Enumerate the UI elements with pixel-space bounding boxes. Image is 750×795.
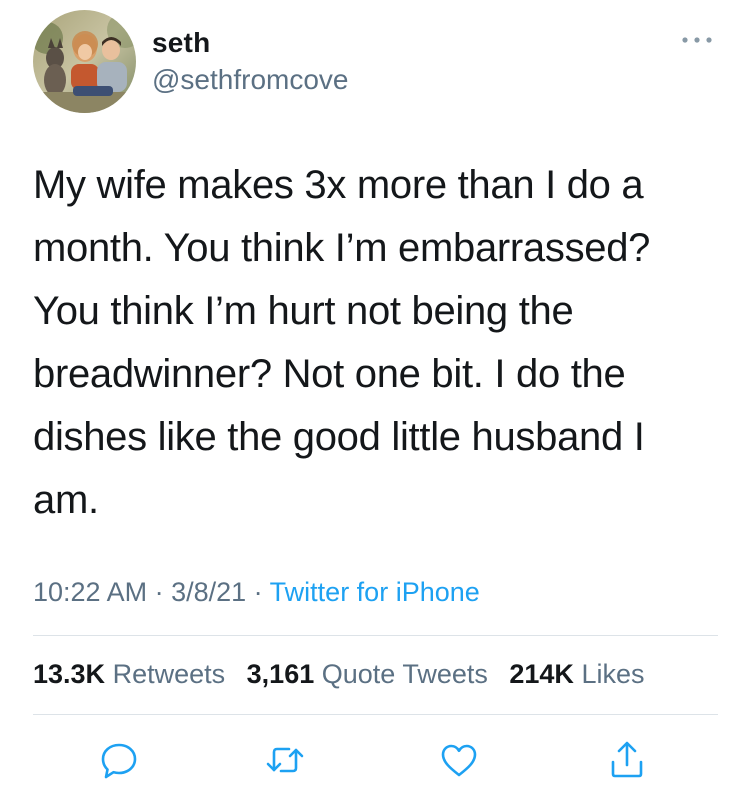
- likes-label: Likes: [581, 659, 645, 689]
- quote-tweets-label: Quote Tweets: [321, 659, 488, 689]
- retweets-stat[interactable]: 13.3K Retweets: [33, 659, 225, 689]
- tweet-metadata: 10:22 AM · 3/8/21 · Twitter for iPhone: [33, 574, 480, 610]
- heart-icon: [441, 744, 477, 777]
- quote-tweets-stat[interactable]: 3,161 Quote Tweets: [247, 659, 488, 689]
- avatar[interactable]: [33, 10, 136, 113]
- retweet-icon: [266, 747, 304, 773]
- engagement-stats: 13.3K Retweets 3,161 Quote Tweets 214K L…: [33, 656, 644, 692]
- meta-separator: ·: [246, 577, 270, 607]
- likes-stat[interactable]: 214K Likes: [509, 659, 644, 689]
- meta-separator: ·: [147, 577, 172, 607]
- tweet-text: My wife makes 3x more than I do a month.…: [33, 163, 651, 522]
- display-name[interactable]: seth: [152, 25, 210, 61]
- share-icon: [611, 741, 643, 778]
- tweet-date[interactable]: 3/8/21: [171, 577, 246, 607]
- quote-tweets-count: 3,161: [246, 659, 315, 689]
- avatar-photo: [33, 10, 136, 113]
- like-button[interactable]: [437, 738, 481, 782]
- comment-icon: [101, 743, 137, 779]
- divider: [33, 714, 718, 715]
- tweet-source-link[interactable]: Twitter for iPhone: [270, 577, 480, 607]
- retweets-count: 13.3K: [33, 659, 106, 689]
- tweet: seth @sethfromcove My wife makes 3x more…: [0, 0, 750, 795]
- likes-count: 214K: [509, 659, 574, 689]
- share-button[interactable]: [605, 738, 649, 782]
- divider: [33, 635, 718, 636]
- user-handle[interactable]: @sethfromcove: [152, 63, 349, 97]
- reply-button[interactable]: [97, 738, 141, 782]
- more-horizontal-icon: [682, 37, 712, 43]
- tweet-time[interactable]: 10:22 AM: [33, 577, 147, 607]
- more-options-button[interactable]: [676, 26, 718, 54]
- retweets-label: Retweets: [112, 659, 226, 689]
- retweet-button[interactable]: [263, 738, 307, 782]
